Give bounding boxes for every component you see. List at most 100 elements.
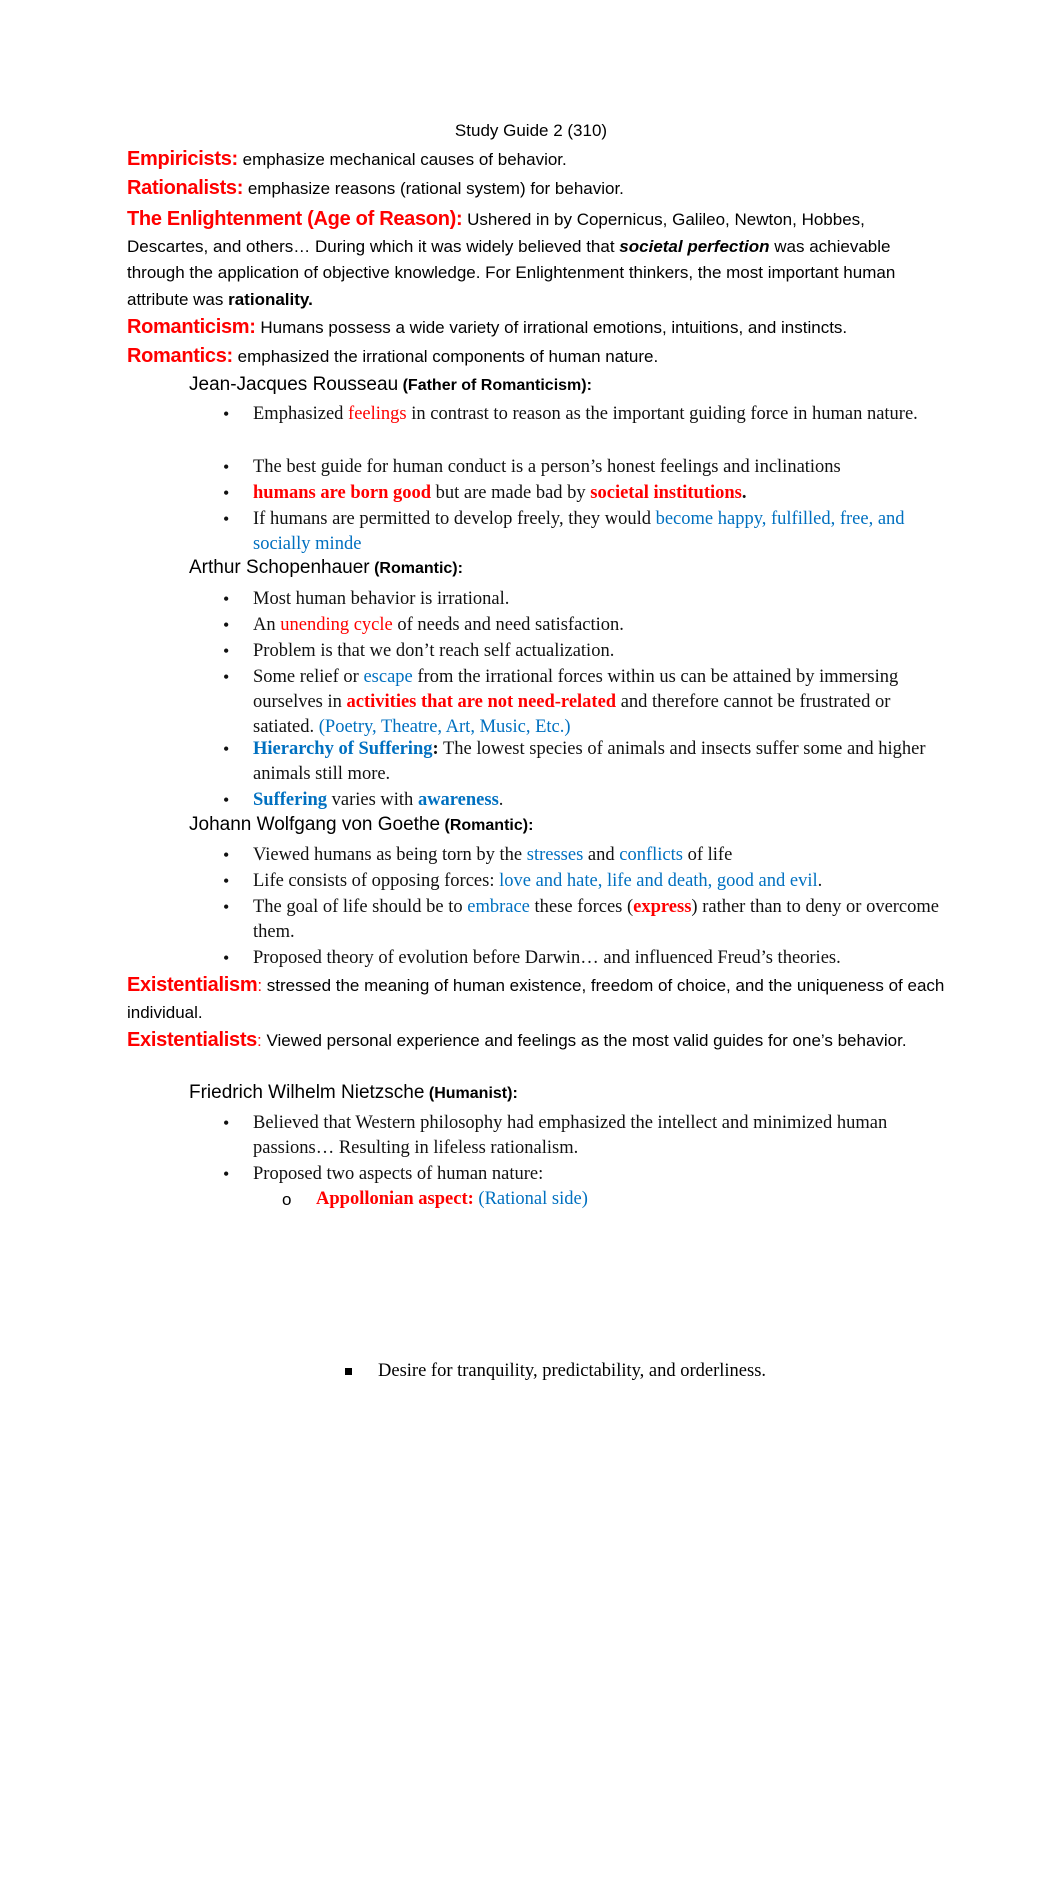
- list-item: • Hierarchy of Suffering: The lowest spe…: [223, 737, 943, 787]
- term-label: Romantics:: [127, 345, 233, 367]
- heading-goethe: Johann Wolfgang von Goethe (Romantic):: [189, 814, 533, 836]
- definition-text: Humans possess a wide variety of irratio…: [255, 318, 848, 337]
- highlight-blue: Hierarchy of Suffering: [253, 739, 433, 759]
- term-label: Existentialism: [127, 974, 258, 996]
- list-item: • Suffering varies with awareness.: [223, 788, 943, 813]
- list-item: • Life consists of opposing forces: love…: [223, 869, 943, 894]
- philosopher-tag: (Father of Romanticism):: [398, 377, 592, 394]
- highlight-red: activities that are not need-related: [346, 692, 617, 712]
- text: Problem is that we don’t reach self actu…: [253, 641, 615, 661]
- heading-nietzsche: Friedrich Wilhelm Nietzsche (Humanist):: [189, 1082, 518, 1104]
- sub-list-item: o Appollonian aspect: (Rational side): [282, 1187, 588, 1212]
- highlight-blue: awareness: [417, 790, 499, 810]
- bullet-icon: •: [223, 790, 230, 810]
- highlight-red: express: [633, 897, 692, 917]
- emphasis-text: societal perfection: [619, 236, 770, 256]
- highlight-red: feelings: [348, 404, 407, 424]
- heading-rousseau: Jean-Jacques Rousseau (Father of Romanti…: [189, 374, 592, 396]
- text: but are made bad by: [431, 483, 591, 503]
- philosopher-name: Arthur Schopenhauer: [189, 557, 370, 578]
- bullet-icon: •: [223, 948, 230, 968]
- text: (: [473, 1189, 485, 1209]
- list-item: • Believed that Western philosophy had e…: [223, 1111, 943, 1161]
- definition-existentialists: Existentialists: Viewed personal experie…: [127, 1027, 947, 1054]
- bullet-icon: •: [223, 871, 230, 891]
- bullet-icon: •: [223, 739, 230, 759]
- document-page: Study Guide 2 (310) Empiricists: emphasi…: [0, 0, 1062, 1880]
- philosopher-tag: (Humanist):: [424, 1085, 518, 1102]
- bullet-icon: •: [223, 404, 230, 424]
- bullet-icon: •: [223, 615, 230, 635]
- sub-sub-list-item: Desire for tranquility, predictability, …: [345, 1359, 767, 1384]
- bullet-icon: •: [223, 483, 230, 503]
- list-item: • Emphasized feelings in contrast to rea…: [223, 402, 943, 427]
- text: The goal of life should be to: [253, 897, 468, 917]
- highlight-blue: love and hate, life and death, good and …: [499, 871, 818, 891]
- text: Believed that Western philosophy had emp…: [253, 1113, 888, 1158]
- list-item: • Proposed two aspects of human nature:: [223, 1162, 943, 1187]
- bullet-icon: •: [223, 667, 230, 687]
- definition-text: emphasized the irrational components of …: [232, 347, 659, 366]
- definition-text: emphasize mechanical causes of behavior.: [237, 150, 567, 169]
- text: .: [817, 871, 823, 891]
- bullet-icon: •: [223, 845, 230, 865]
- definition-romanticism: Romanticism: Humans possess a wide varie…: [127, 314, 947, 341]
- term-label: Romanticism:: [127, 316, 256, 338]
- text: Some relief or: [253, 667, 364, 687]
- list-item: • Viewed humans as being torn by the str…: [223, 843, 943, 868]
- highlight-red: humans are born good: [253, 483, 432, 503]
- text: Life consists of opposing forces:: [253, 871, 500, 891]
- text: Desire for tranquility, predictability, …: [378, 1361, 767, 1381]
- definition-existentialism: Existentialism: stressed the meaning of …: [127, 972, 947, 1026]
- list-item: • humans are born good but are made bad …: [223, 481, 943, 506]
- text: of life: [682, 845, 733, 865]
- hollow-bullet-icon: o: [282, 1190, 292, 1209]
- text: varies with: [327, 790, 418, 810]
- text: Proposed theory of evolution before Darw…: [253, 948, 841, 968]
- highlight-red: Appollonian aspect:: [316, 1189, 474, 1209]
- list-item: • The best guide for human conduct is a …: [223, 455, 943, 480]
- text: The best guide for human conduct is a pe…: [253, 457, 841, 477]
- list-item: • If humans are permitted to develop fre…: [223, 507, 943, 557]
- highlight-blue: Rational side): [484, 1189, 588, 1209]
- text: Most human behavior is irrational.: [253, 589, 510, 609]
- bullet-icon: •: [223, 1164, 230, 1184]
- text: If humans are permitted to develop freel…: [253, 509, 656, 529]
- highlight-blue: escape: [363, 667, 413, 687]
- list-item: • Some relief or escape from the irratio…: [223, 665, 943, 740]
- text: .: [498, 790, 504, 810]
- text: Viewed humans as being torn by the: [253, 845, 527, 865]
- list-item: • Proposed theory of evolution before Da…: [223, 946, 943, 971]
- bullet-icon: •: [223, 589, 230, 609]
- highlight-blue: conflicts: [619, 845, 683, 865]
- text: and: [583, 845, 620, 865]
- document-title: Study Guide 2 (310): [454, 121, 608, 140]
- list-item: • The goal of life should be to embrace …: [223, 895, 943, 945]
- bullet-icon: •: [223, 897, 230, 917]
- text: .: [741, 483, 747, 503]
- highlight-blue: embrace: [467, 897, 530, 917]
- definition-romantics: Romantics: emphasized the irrational com…: [127, 343, 947, 370]
- text: these forces (: [529, 897, 634, 917]
- term-label: Rationalists:: [127, 177, 244, 199]
- highlight-red: societal institutions: [590, 483, 742, 503]
- philosopher-name: Johann Wolfgang von Goethe: [189, 814, 441, 835]
- bullet-icon: •: [223, 1113, 230, 1133]
- term-label: Existentialists: [127, 1029, 258, 1051]
- term-label: The Enlightenment (Age of Reason):: [127, 208, 463, 230]
- philosopher-name: Friedrich Wilhelm Nietzsche: [189, 1082, 425, 1103]
- heading-schopenhauer: Arthur Schopenhauer (Romantic):: [189, 557, 463, 579]
- text: in contrast to reason as the important g…: [406, 404, 918, 424]
- bullet-icon: •: [223, 457, 230, 477]
- highlight-red: unending cycle: [280, 615, 393, 635]
- definition-empiricists: Empiricists: emphasize mechanical causes…: [127, 146, 947, 173]
- definition-text: Viewed personal experience and feelings …: [261, 1031, 907, 1050]
- definition-rationalists: Rationalists: emphasize reasons (rationa…: [127, 175, 947, 202]
- philosopher-name: Jean-Jacques Rousseau: [189, 374, 399, 395]
- bold-text: rationality.: [228, 289, 313, 309]
- bullet-icon: •: [223, 641, 230, 661]
- definition-text: emphasize reasons (rational system) for …: [243, 179, 624, 198]
- list-item: • Most human behavior is irrational.: [223, 587, 943, 612]
- highlight-blue: (Poetry, Theatre, Art, Music, Etc.): [318, 717, 571, 737]
- highlight-blue: stresses: [526, 845, 584, 865]
